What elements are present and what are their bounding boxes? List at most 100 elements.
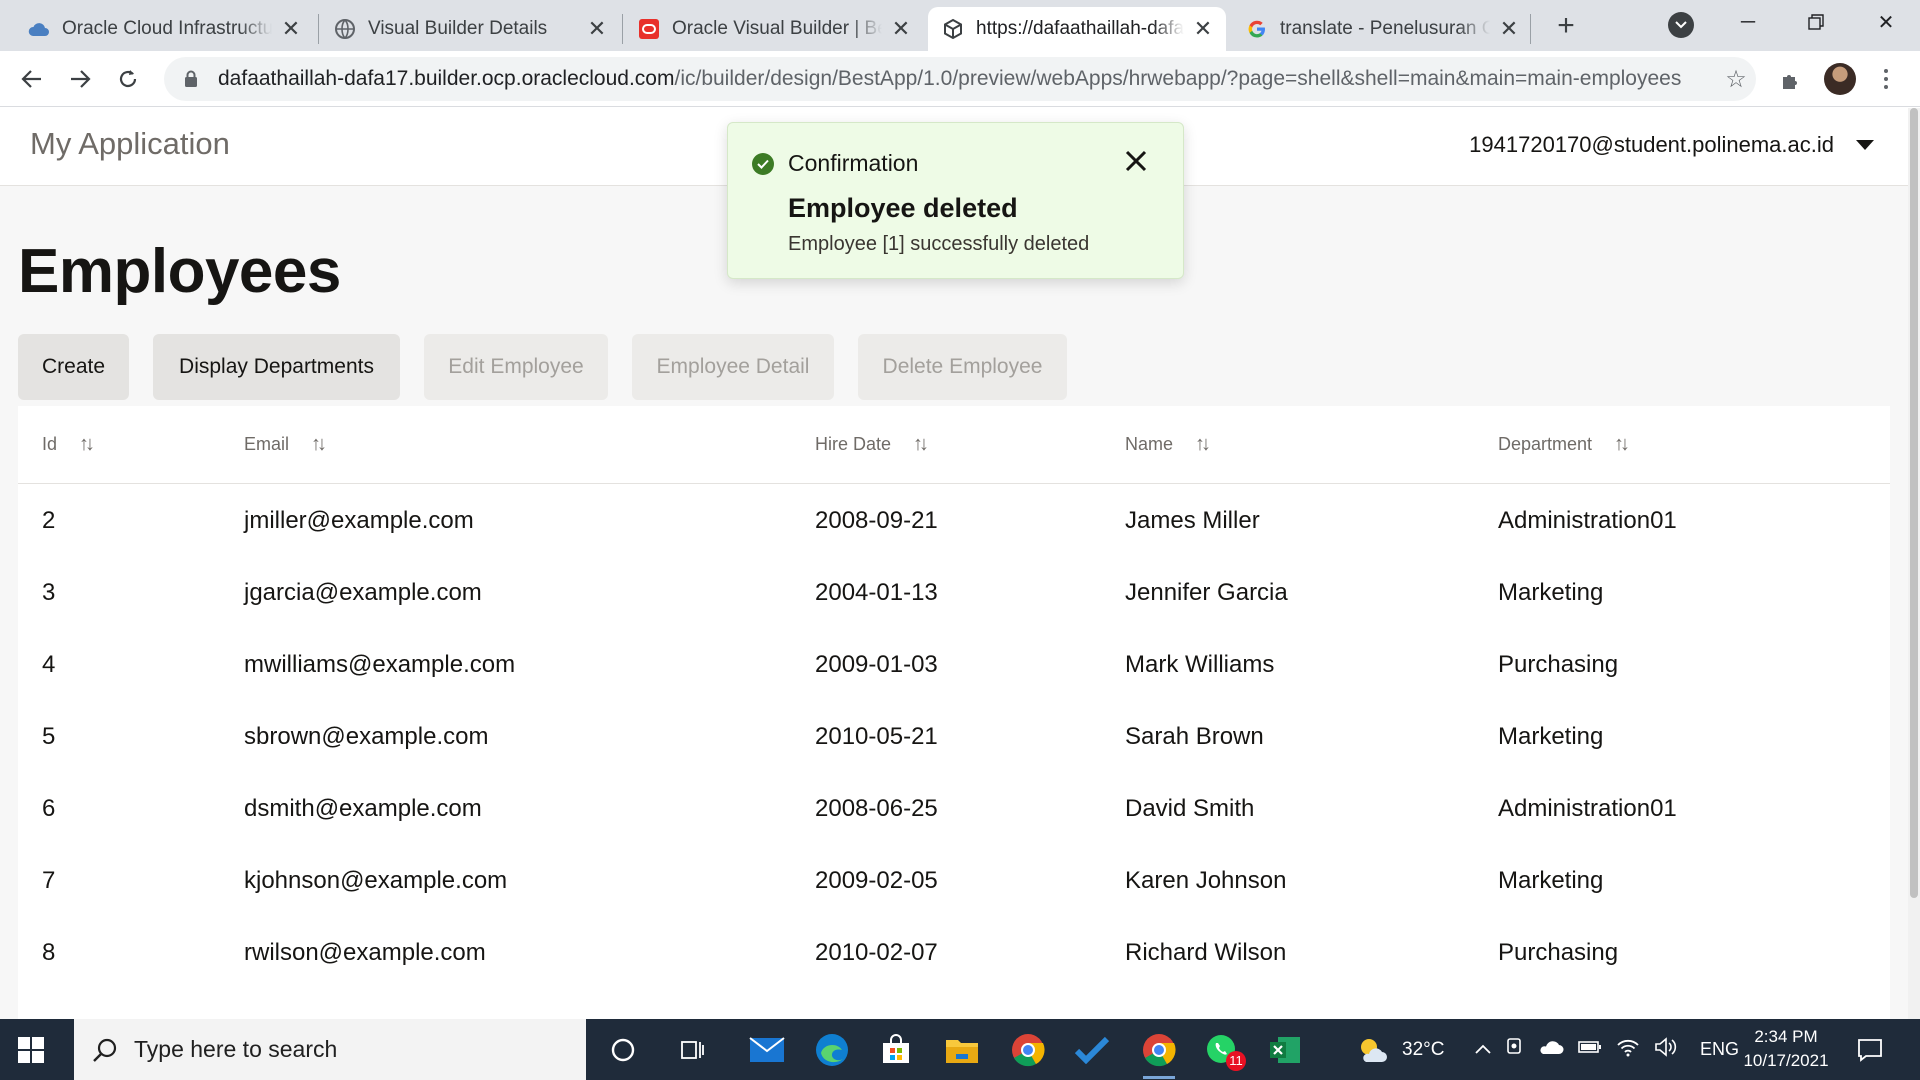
- tab-visual-builder-details[interactable]: Visual Builder Details ✕: [320, 7, 620, 51]
- employees-table: Id ↑↓ Email ↑↓ Hire Date ↑↓ Name ↑↓ Departme…: [18, 406, 1890, 1019]
- cell-hire-date: 2008-09-21: [815, 507, 938, 534]
- extensions-puzzle-icon[interactable]: [1776, 66, 1806, 96]
- table-row[interactable]: 2 jmiller@example.com 2008-09-21 James M…: [18, 485, 1890, 557]
- cell-hire-date: 2009-01-03: [815, 651, 938, 678]
- cell-name: Mark Williams: [1125, 651, 1275, 678]
- whatsapp-icon[interactable]: 11: [1200, 1029, 1246, 1071]
- toast-heading: Employee deleted: [788, 193, 1018, 223]
- back-button[interactable]: [14, 61, 50, 97]
- url-path: /ic/builder/design/BestApp/1.0/preview/w…: [674, 67, 1682, 90]
- browser-menu-icon[interactable]: [1874, 63, 1898, 95]
- cell-id: 7: [42, 867, 56, 894]
- new-tab-button[interactable]: +: [1548, 8, 1584, 44]
- browser-toolbar: dafaathaillah-dafa17.builder.ocp.oraclec…: [0, 51, 1920, 107]
- table-row[interactable]: 5 sbrown@example.com 2010-05-21 Sarah Br…: [18, 701, 1890, 773]
- mail-icon[interactable]: [745, 1029, 789, 1071]
- user-menu[interactable]: 1941720170@student.polinema.ac.id: [1469, 132, 1874, 158]
- close-icon: [1125, 150, 1147, 172]
- cell-id: 2: [42, 507, 56, 534]
- column-header-name[interactable]: Name ↑↓: [1125, 433, 1211, 456]
- cell-email: dsmith@example.com: [244, 795, 482, 822]
- sort-arrows-icon[interactable]: ↑↓: [311, 433, 327, 456]
- bookmark-star-icon[interactable]: ☆: [1716, 65, 1756, 94]
- taskbar-search-box[interactable]: Type here to search: [74, 1019, 586, 1080]
- sort-arrows-icon[interactable]: ↑↓: [1614, 433, 1630, 456]
- temperature-text: 32°C: [1402, 1038, 1445, 1060]
- chrome-icon[interactable]: [1006, 1029, 1050, 1071]
- microsoft-store-icon[interactable]: [874, 1029, 918, 1071]
- task-view-icon[interactable]: [670, 1029, 714, 1071]
- minimize-button[interactable]: ─: [1728, 6, 1768, 38]
- profile-avatar[interactable]: [1824, 63, 1856, 95]
- check-circle-icon: [752, 153, 774, 175]
- onedrive-cloud-icon[interactable]: [1538, 1039, 1564, 1061]
- tab-oracle-visual-builder[interactable]: Oracle Visual Builder | Best ✕: [624, 7, 924, 51]
- page-title: Employees: [18, 237, 341, 306]
- chevron-up-icon[interactable]: [1474, 1039, 1492, 1061]
- column-label: Department: [1498, 434, 1593, 454]
- edge-browser-icon[interactable]: [810, 1029, 854, 1071]
- table-row[interactable]: 6 dsmith@example.com 2008-06-25 David Sm…: [18, 773, 1890, 845]
- sort-arrows-icon[interactable]: ↑↓: [913, 433, 929, 456]
- volume-icon[interactable]: [1654, 1036, 1678, 1063]
- wifi-icon[interactable]: [1616, 1037, 1640, 1063]
- language-indicator[interactable]: ENG: [1700, 1039, 1739, 1060]
- column-header-hire-date[interactable]: Hire Date ↑↓: [815, 433, 929, 456]
- search-placeholder: Type here to search: [134, 1036, 338, 1062]
- column-header-department[interactable]: Department ↑↓: [1498, 433, 1630, 456]
- google-icon: [1246, 18, 1268, 40]
- table-row[interactable]: 4 mwilliams@example.com 2009-01-03 Mark …: [18, 629, 1890, 701]
- close-tab-icon[interactable]: ✕: [586, 16, 608, 41]
- close-toast-button[interactable]: [1125, 143, 1147, 180]
- action-center-icon[interactable]: [1848, 1029, 1892, 1071]
- tab-oracle-cloud[interactable]: Oracle Cloud Infrastructure ✕: [14, 7, 314, 51]
- delete-employee-button[interactable]: Delete Employee: [858, 334, 1067, 400]
- cell-department: Administration01: [1498, 795, 1677, 822]
- file-explorer-icon[interactable]: [940, 1029, 984, 1071]
- clock-time: 2:34 PM: [1754, 1027, 1818, 1046]
- restore-button[interactable]: [1796, 6, 1836, 38]
- sort-arrows-icon[interactable]: ↑↓: [79, 433, 95, 456]
- taskbar-clock[interactable]: 2:34 PM 10/17/2021: [1736, 1025, 1836, 1073]
- chrome-active-icon[interactable]: [1137, 1029, 1181, 1079]
- forward-button[interactable]: [62, 61, 98, 97]
- sort-arrows-icon[interactable]: ↑↓: [1195, 433, 1211, 456]
- battery-icon[interactable]: [1578, 1039, 1602, 1061]
- tab-search-button[interactable]: [1668, 12, 1694, 38]
- windows-start-icon[interactable]: [18, 1037, 44, 1063]
- cell-id: 6: [42, 795, 56, 822]
- scrollbar-thumb[interactable]: [1910, 108, 1918, 898]
- cell-department: Marketing: [1498, 867, 1604, 894]
- todo-checkmark-icon[interactable]: [1070, 1029, 1114, 1071]
- address-bar[interactable]: dafaathaillah-dafa17.builder.ocp.oraclec…: [164, 57, 1756, 101]
- tab-label: https://dafaathaillah-dafa17: [976, 18, 1184, 39]
- cell-hire-date: 2010-05-21: [815, 723, 938, 750]
- weather-widget[interactable]: 32°C: [1356, 1019, 1444, 1080]
- cell-department: Purchasing: [1498, 651, 1619, 678]
- url-text: dafaathaillah-dafa17.builder.ocp.oraclec…: [218, 67, 1716, 91]
- employee-detail-button[interactable]: Employee Detail: [632, 334, 834, 400]
- create-button[interactable]: Create: [18, 334, 129, 400]
- column-header-id[interactable]: Id ↑↓: [42, 433, 95, 456]
- close-tab-icon[interactable]: ✕: [1192, 16, 1214, 41]
- close-tab-icon[interactable]: ✕: [890, 16, 912, 41]
- close-tab-icon[interactable]: ✕: [280, 16, 302, 41]
- tab-label: Visual Builder Details: [368, 18, 548, 39]
- close-window-button[interactable]: ✕: [1866, 6, 1906, 38]
- meet-now-icon[interactable]: [1506, 1036, 1524, 1064]
- notification-badge: 11: [1226, 1051, 1246, 1071]
- table-row[interactable]: 3 jgarcia@example.com 2004-01-13 Jennife…: [18, 557, 1890, 629]
- edit-employee-button[interactable]: Edit Employee: [424, 334, 608, 400]
- browser-tab-strip: Oracle Cloud Infrastructure ✕ Visual Bui…: [0, 0, 1920, 51]
- column-header-email[interactable]: Email ↑↓: [244, 433, 327, 456]
- table-row[interactable]: 7 kjohnson@example.com 2009-02-05 Karen …: [18, 845, 1890, 917]
- display-departments-button[interactable]: Display Departments: [153, 334, 400, 400]
- close-tab-icon[interactable]: ✕: [1498, 16, 1520, 41]
- table-row[interactable]: 8 rwilson@example.com 2010-02-07 Richard…: [18, 917, 1890, 989]
- page-scrollbar[interactable]: [1908, 108, 1920, 1019]
- tab-google-translate[interactable]: translate - Penelusuran Google ✕: [1232, 7, 1532, 51]
- cortana-icon[interactable]: [601, 1029, 645, 1071]
- excel-icon[interactable]: [1263, 1029, 1307, 1071]
- reload-button[interactable]: [110, 61, 146, 97]
- tab-app-preview[interactable]: https://dafaathaillah-dafa17 ✕: [928, 7, 1226, 51]
